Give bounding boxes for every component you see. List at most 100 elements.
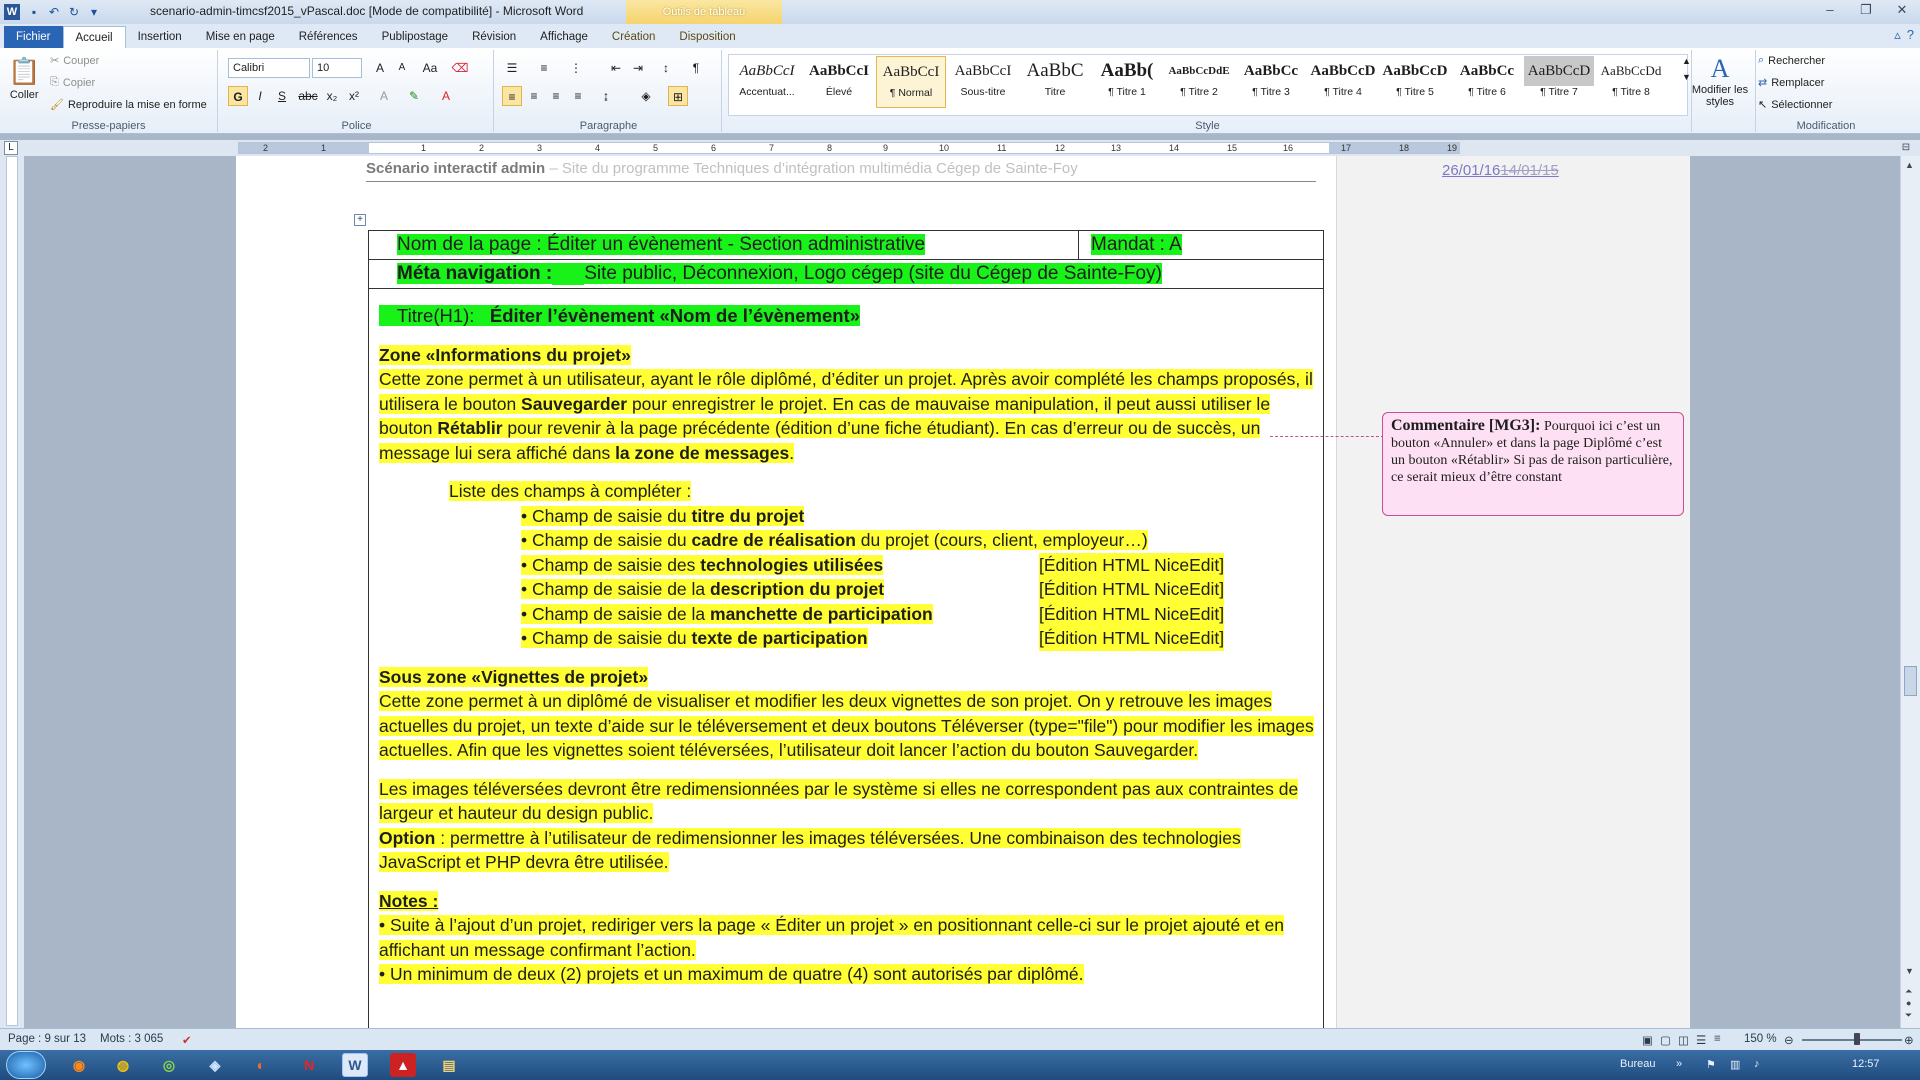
netflix-icon[interactable]: N — [296, 1053, 322, 1077]
sort-icon[interactable]: ↕ — [656, 58, 676, 78]
format-painter-button[interactable]: 🖌 Reproduire la mise en forme — [50, 98, 207, 112]
zoom-out-icon[interactable]: ⊖ — [1784, 1033, 1794, 1047]
style-sous-titre[interactable]: AaBbCcI Sous-titre — [948, 56, 1018, 108]
bullets-icon[interactable]: ☰ — [502, 58, 522, 78]
clock[interactable]: 12:57 — [1852, 1058, 1880, 1070]
line-spacing-icon[interactable]: ↨ — [596, 86, 616, 106]
strikethrough-button[interactable]: abc — [298, 86, 318, 106]
save-icon[interactable]: ▪ — [24, 2, 44, 22]
flag-icon[interactable]: ⚑ — [1706, 1058, 1716, 1071]
prev-page-icon[interactable]: ⏶ — [1905, 986, 1912, 997]
volume-icon[interactable]: ♪ — [1754, 1058, 1760, 1070]
scroll-up-arrow-icon[interactable]: ▲ — [1905, 160, 1914, 170]
view-ruler-icon[interactable]: ⊟ — [1896, 142, 1916, 156]
tab-insertion[interactable]: Insertion — [126, 26, 194, 48]
style-titre-3[interactable]: AaBbCc ¶ Titre 3 — [1236, 56, 1306, 108]
chrome-icon[interactable]: ◍ — [110, 1053, 136, 1077]
zoom-level[interactable]: 150 % — [1744, 1033, 1777, 1045]
style-normal[interactable]: AaBbCcI ¶ Normal — [876, 56, 946, 108]
tab-accueil[interactable]: Accueil — [62, 26, 126, 48]
undo-icon[interactable]: ↶ — [44, 2, 64, 22]
next-page-icon[interactable]: ⏷ — [1905, 1010, 1912, 1021]
tab-affichage[interactable]: Affichage — [528, 26, 600, 48]
scenario-content[interactable]: Titre(H1): Éditer l’évènement «Nom de l’… — [379, 296, 1319, 987]
customize-toolbar-icon[interactable]: ▾ — [84, 2, 104, 22]
table-move-handle-icon[interactable]: + — [354, 214, 366, 226]
borders-icon[interactable]: ⊞ — [668, 86, 688, 106]
scroll-down-arrow-icon[interactable]: ▼ — [1905, 966, 1914, 976]
tab-selector-icon[interactable]: L — [4, 141, 18, 155]
mandat-cell[interactable]: Mandat : A — [1079, 231, 1194, 259]
clear-format-icon[interactable]: ⌫ — [450, 58, 470, 78]
view-fullscreen-icon[interactable]: ▢ — [1660, 1033, 1671, 1047]
show-marks-icon[interactable]: ¶ — [686, 58, 706, 78]
help-icon[interactable]: ? — [1907, 27, 1914, 43]
redo-icon[interactable]: ↻ — [64, 2, 84, 22]
tab-disposition[interactable]: Disposition — [667, 26, 747, 48]
paste-button[interactable]: 📋 Coller — [8, 56, 40, 101]
word-taskbar-icon[interactable]: W — [342, 1053, 368, 1077]
word-count[interactable]: Mots : 3 065 — [100, 1033, 163, 1045]
replace-button[interactable]: ⇄ Remplacer — [1758, 76, 1824, 90]
view-outline-icon[interactable]: ☰ — [1696, 1033, 1706, 1047]
folder-icon[interactable]: ▤ — [436, 1053, 462, 1077]
vertical-scrollbar[interactable]: ▲ ▼ ⏶ ● ⏷ — [1900, 156, 1920, 1028]
tray-expand-icon[interactable]: » — [1676, 1058, 1682, 1070]
font-color-icon[interactable]: A — [436, 86, 456, 106]
network-icon[interactable]: ▥ — [1730, 1058, 1740, 1071]
word-logo-icon[interactable]: W — [4, 4, 20, 20]
cut-button[interactable]: ✂ Couper — [50, 54, 99, 68]
style-titre-4[interactable]: AaBbCcD ¶ Titre 4 — [1308, 56, 1378, 108]
view-web-icon[interactable]: ◫ — [1678, 1033, 1689, 1047]
align-center-button[interactable]: ≡ — [524, 86, 544, 106]
style-titre-8[interactable]: AaBbCcDd ¶ Titre 8 — [1596, 56, 1666, 108]
browse-object-icon[interactable]: ● — [1906, 998, 1911, 1008]
font-name-combo[interactable]: Calibri — [228, 58, 310, 78]
minimize-button[interactable]: – — [1816, 2, 1844, 20]
acrobat-icon[interactable]: ▲ — [390, 1053, 416, 1077]
view-draft-icon[interactable]: ≡ — [1714, 1033, 1721, 1045]
numbering-icon[interactable]: ≡ — [534, 58, 554, 78]
align-left-button[interactable]: ≡ — [502, 86, 522, 106]
style-titre-5[interactable]: AaBbCcD ¶ Titre 5 — [1380, 56, 1450, 108]
underline-button[interactable]: S — [272, 86, 292, 106]
meta-nav-cell[interactable]: Méta navigation : Site public, Déconnexi… — [369, 260, 1174, 288]
scrollbar-thumb[interactable] — [1904, 666, 1917, 696]
select-button[interactable]: ↖ Sélectionner — [1758, 98, 1832, 112]
start-button-icon[interactable] — [6, 1051, 46, 1079]
restore-button[interactable]: ❐ — [1852, 2, 1880, 20]
zoom-in-icon[interactable]: ⊕ — [1904, 1033, 1914, 1047]
horizontal-ruler[interactable]: L 2 1 1 2 3 4 5 6 7 8 9 10 11 12 13 14 1… — [0, 140, 1920, 156]
find-button[interactable]: ⌕ Rechercher — [1758, 54, 1825, 67]
tab-creation[interactable]: Création — [600, 26, 667, 48]
zoom-slider-thumb[interactable] — [1854, 1033, 1860, 1045]
decrease-indent-icon[interactable]: ⇤ — [606, 58, 626, 78]
zoom-slider[interactable] — [1802, 1039, 1902, 1041]
shrink-font-icon[interactable]: A — [392, 58, 412, 78]
page-count[interactable]: Page : 9 sur 13 — [8, 1033, 86, 1045]
tab-references[interactable]: Références — [287, 26, 370, 48]
align-right-button[interactable]: ≡ — [546, 86, 566, 106]
font-size-combo[interactable]: 10 — [312, 58, 362, 78]
minimize-ribbon-icon[interactable]: ▵ — [1894, 27, 1901, 43]
style-eleve[interactable]: AaBbCcI Élevé — [804, 56, 874, 108]
style-titre-2[interactable]: AaBbCcDdE ¶ Titre 2 — [1164, 56, 1234, 108]
document-page[interactable]: Scénario interactif admin – Site du prog… — [236, 156, 1336, 1028]
browser-icon[interactable]: ◎ — [156, 1053, 182, 1077]
superscript-button[interactable]: x² — [344, 86, 364, 106]
style-titre-1[interactable]: AaBb(¶ Titre 1 — [1092, 56, 1162, 108]
style-titre[interactable]: AaBbC Titre — [1020, 56, 1090, 108]
style-accentuation[interactable]: AaBbCcI Accentuat... — [732, 56, 802, 108]
multilevel-list-icon[interactable]: ⋮ — [566, 58, 586, 78]
style-titre-6[interactable]: AaBbCc ¶ Titre 6 — [1452, 56, 1522, 108]
media-icon[interactable]: ◐ — [248, 1053, 274, 1077]
app-icon[interactable]: ◈ — [202, 1053, 228, 1077]
highlight-icon[interactable]: ✎ — [404, 86, 424, 106]
tab-publipostage[interactable]: Publipostage — [370, 26, 461, 48]
tab-revision[interactable]: Révision — [460, 26, 528, 48]
grow-font-icon[interactable]: A — [370, 58, 390, 78]
proofing-icon[interactable]: ✔ — [182, 1033, 192, 1047]
tab-fichier[interactable]: Fichier — [4, 26, 63, 48]
view-print-layout-icon[interactable]: ▣ — [1642, 1033, 1653, 1047]
increase-indent-icon[interactable]: ⇥ — [628, 58, 648, 78]
